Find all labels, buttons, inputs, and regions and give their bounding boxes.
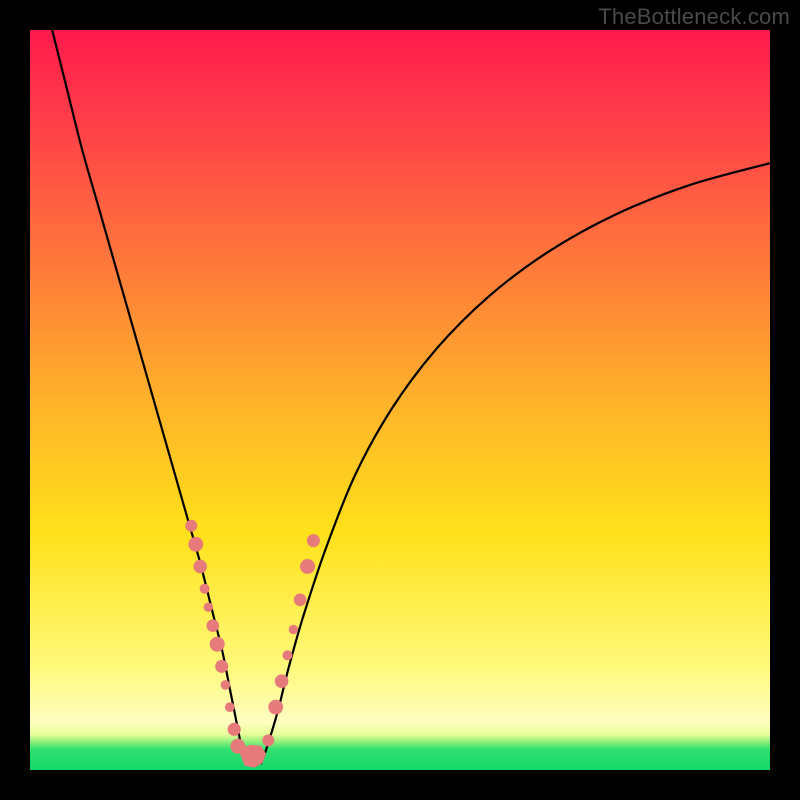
- curve-marker: [300, 559, 315, 574]
- curve-marker: [268, 700, 283, 715]
- curve-marker: [228, 723, 241, 736]
- curve-marker: [207, 619, 220, 632]
- curve-marker: [307, 534, 320, 547]
- curve-marker: [185, 520, 197, 532]
- watermark-text: TheBottleneck.com: [598, 4, 790, 30]
- right-branch-markers: [262, 534, 320, 746]
- curve-marker: [225, 702, 235, 712]
- curve-marker: [230, 739, 245, 754]
- left-branch-curve: [52, 30, 246, 764]
- chart-frame: TheBottleneck.com: [0, 0, 800, 800]
- curve-marker: [275, 674, 289, 688]
- curve-marker: [294, 594, 307, 607]
- curve-marker: [283, 650, 293, 660]
- curve-marker: [204, 603, 213, 612]
- curve-marker: [188, 537, 203, 552]
- curve-marker: [215, 660, 228, 673]
- plot-area: [30, 30, 770, 770]
- curve-marker: [221, 680, 231, 690]
- curve-marker: [200, 584, 210, 594]
- curve-marker: [210, 637, 225, 652]
- curve-marker: [289, 625, 298, 634]
- curve-marker: [262, 734, 274, 746]
- right-branch-curve: [261, 163, 770, 764]
- curve-marker: [193, 560, 207, 574]
- curve-layer: [30, 30, 770, 770]
